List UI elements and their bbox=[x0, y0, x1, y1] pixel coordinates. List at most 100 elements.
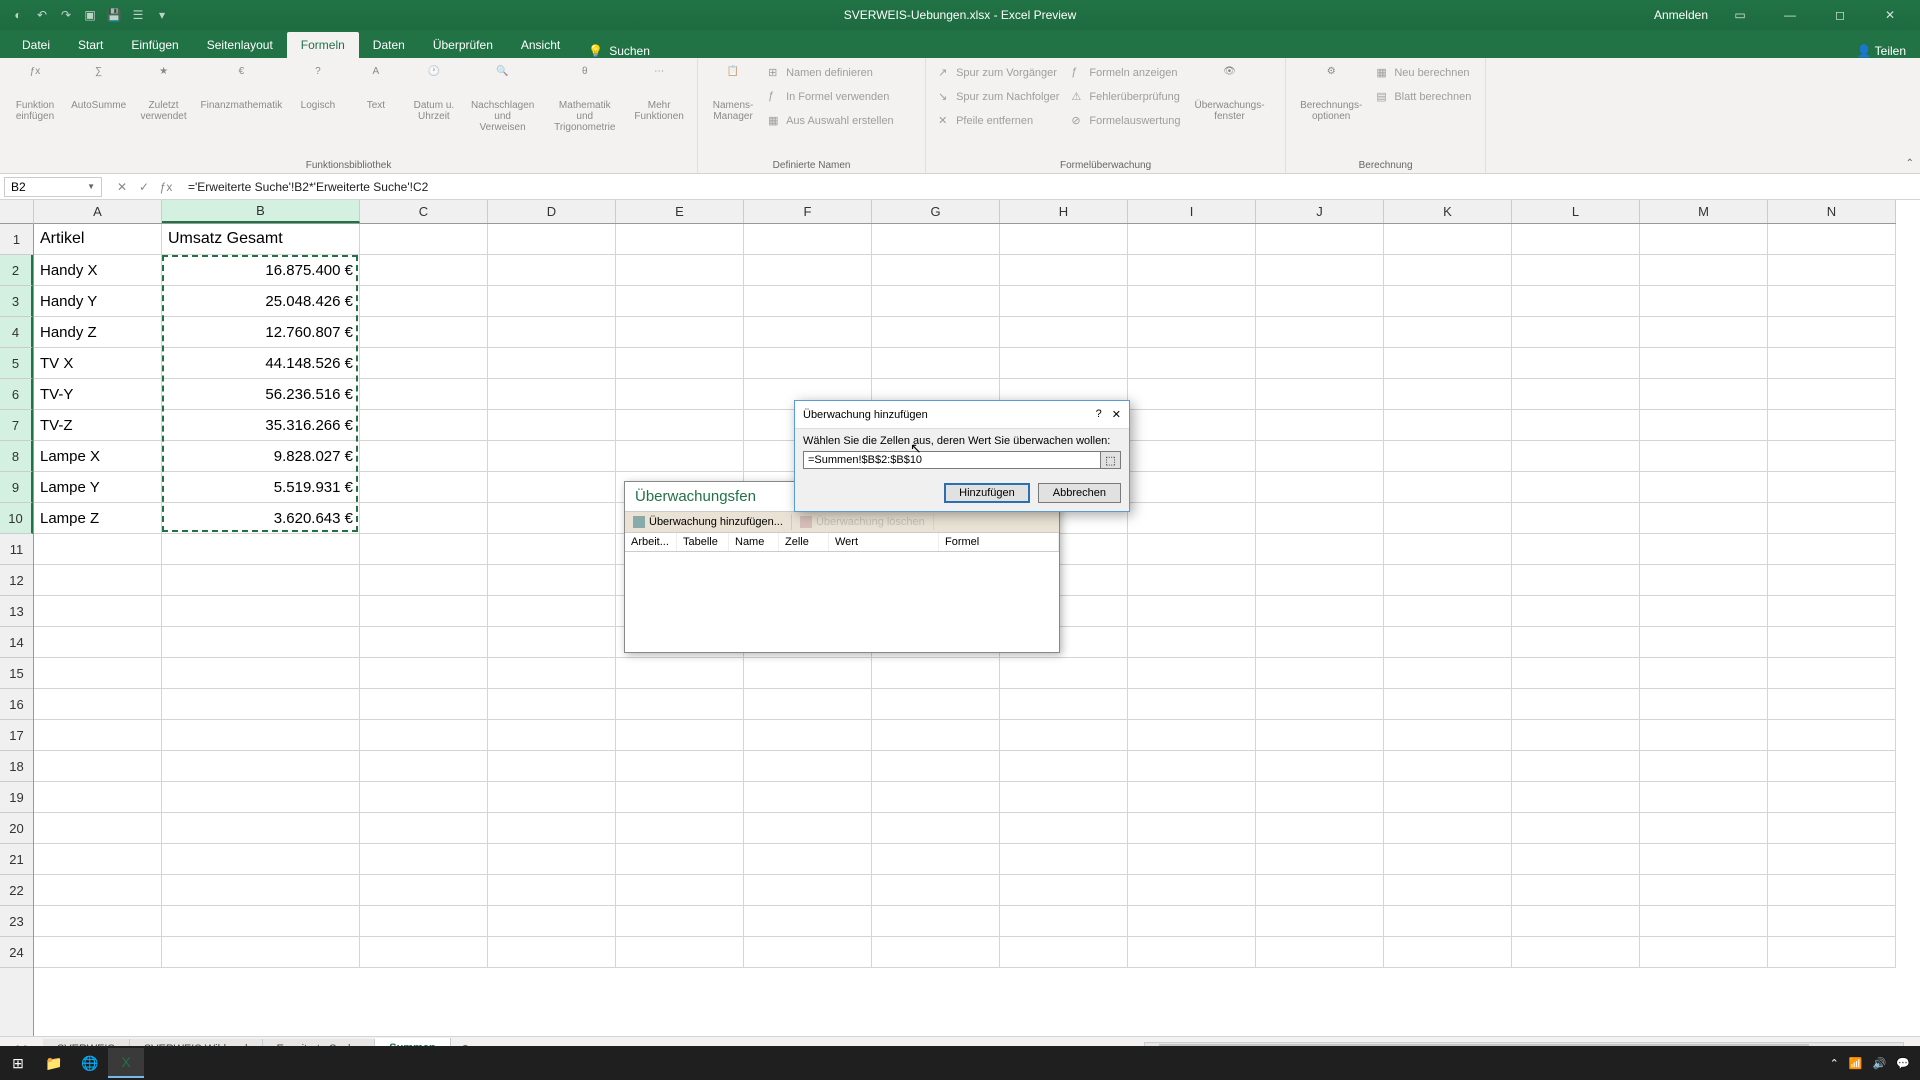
cell[interactable] bbox=[1256, 255, 1384, 286]
watch-col-formula[interactable]: Formel bbox=[939, 533, 1059, 551]
cell[interactable]: Lampe X bbox=[34, 441, 162, 472]
cell[interactable] bbox=[1256, 627, 1384, 658]
cell[interactable] bbox=[872, 658, 1000, 689]
cell[interactable] bbox=[1640, 255, 1768, 286]
cell[interactable] bbox=[1128, 627, 1256, 658]
cell[interactable] bbox=[616, 689, 744, 720]
cell[interactable] bbox=[1128, 720, 1256, 751]
cell[interactable] bbox=[1768, 875, 1896, 906]
cell[interactable] bbox=[1768, 286, 1896, 317]
cell[interactable] bbox=[1384, 255, 1512, 286]
cell[interactable] bbox=[162, 782, 360, 813]
cell[interactable]: Handy Z bbox=[34, 317, 162, 348]
cell[interactable] bbox=[1256, 472, 1384, 503]
cell[interactable]: Handy X bbox=[34, 255, 162, 286]
cell[interactable] bbox=[488, 751, 616, 782]
cell[interactable] bbox=[1128, 565, 1256, 596]
cell[interactable] bbox=[1128, 224, 1256, 255]
cell[interactable] bbox=[1000, 813, 1128, 844]
cell[interactable] bbox=[1384, 937, 1512, 968]
cell[interactable] bbox=[616, 410, 744, 441]
cell[interactable] bbox=[1768, 503, 1896, 534]
cell[interactable] bbox=[1000, 720, 1128, 751]
column-header[interactable]: I bbox=[1128, 200, 1256, 223]
cell[interactable] bbox=[1640, 286, 1768, 317]
cell[interactable] bbox=[1768, 906, 1896, 937]
cell[interactable] bbox=[744, 689, 872, 720]
cell[interactable] bbox=[1512, 875, 1640, 906]
cell[interactable] bbox=[1768, 410, 1896, 441]
calculate-sheet-button[interactable]: ▤Blatt berechnen bbox=[1372, 86, 1475, 108]
cell[interactable] bbox=[1640, 596, 1768, 627]
cell[interactable] bbox=[34, 751, 162, 782]
cell[interactable] bbox=[1640, 379, 1768, 410]
cell[interactable] bbox=[488, 410, 616, 441]
cell[interactable] bbox=[1384, 317, 1512, 348]
cell[interactable] bbox=[1768, 255, 1896, 286]
calculation-options-button[interactable]: ⚙Berechnungs- optionen bbox=[1294, 62, 1368, 126]
name-box[interactable]: B2 ▼ bbox=[4, 177, 102, 197]
cell[interactable] bbox=[1128, 875, 1256, 906]
cell[interactable] bbox=[360, 751, 488, 782]
cell[interactable] bbox=[488, 720, 616, 751]
cell[interactable] bbox=[1512, 472, 1640, 503]
cell[interactable] bbox=[616, 751, 744, 782]
cell[interactable] bbox=[1768, 627, 1896, 658]
cell[interactable] bbox=[1256, 410, 1384, 441]
cell[interactable] bbox=[360, 906, 488, 937]
row-header[interactable]: 1 bbox=[0, 224, 33, 255]
cell[interactable] bbox=[1512, 565, 1640, 596]
cell[interactable] bbox=[1128, 844, 1256, 875]
cell[interactable]: 56.236.516 € bbox=[162, 379, 360, 410]
cell[interactable] bbox=[1768, 751, 1896, 782]
row-header[interactable]: 17 bbox=[0, 720, 33, 751]
cell[interactable] bbox=[488, 379, 616, 410]
define-name-button[interactable]: ⊞Namen definieren bbox=[764, 62, 898, 84]
cell[interactable] bbox=[744, 782, 872, 813]
sign-in-button[interactable]: Anmelden bbox=[1654, 8, 1708, 22]
cell[interactable] bbox=[34, 813, 162, 844]
tab-daten[interactable]: Daten bbox=[359, 32, 419, 58]
cell[interactable] bbox=[34, 906, 162, 937]
tray-network-icon[interactable]: 📶 bbox=[1849, 1057, 1863, 1070]
cell[interactable] bbox=[360, 379, 488, 410]
logical-button[interactable]: ?Logisch bbox=[291, 62, 345, 115]
tell-me-search[interactable]: 💡 Suchen bbox=[574, 44, 664, 58]
cell[interactable] bbox=[1384, 720, 1512, 751]
cell[interactable] bbox=[1512, 782, 1640, 813]
cell[interactable] bbox=[1384, 627, 1512, 658]
cell[interactable] bbox=[1384, 286, 1512, 317]
cell[interactable] bbox=[360, 720, 488, 751]
tab-start[interactable]: Start bbox=[64, 32, 117, 58]
cell[interactable] bbox=[1512, 906, 1640, 937]
cell[interactable] bbox=[1640, 627, 1768, 658]
column-header[interactable]: E bbox=[616, 200, 744, 223]
cell[interactable] bbox=[360, 441, 488, 472]
cell[interactable] bbox=[34, 534, 162, 565]
cell[interactable] bbox=[1256, 782, 1384, 813]
row-header[interactable]: 2 bbox=[0, 255, 33, 286]
cell[interactable] bbox=[1640, 937, 1768, 968]
cell[interactable] bbox=[1768, 813, 1896, 844]
cell[interactable]: Handy Y bbox=[34, 286, 162, 317]
row-header[interactable]: 7 bbox=[0, 410, 33, 441]
cell[interactable] bbox=[872, 751, 1000, 782]
cell[interactable] bbox=[34, 689, 162, 720]
cell[interactable] bbox=[1000, 286, 1128, 317]
cell[interactable] bbox=[1768, 596, 1896, 627]
row-header[interactable]: 14 bbox=[0, 627, 33, 658]
autosum-button[interactable]: ∑AutoSumme bbox=[66, 62, 131, 115]
cell[interactable] bbox=[1512, 720, 1640, 751]
cell[interactable] bbox=[488, 844, 616, 875]
undo-icon[interactable]: ↶ bbox=[34, 7, 50, 23]
cell[interactable] bbox=[1384, 534, 1512, 565]
cell[interactable] bbox=[744, 720, 872, 751]
row-header[interactable]: 19 bbox=[0, 782, 33, 813]
cell[interactable] bbox=[1256, 844, 1384, 875]
cell[interactable] bbox=[1640, 503, 1768, 534]
cell[interactable] bbox=[162, 534, 360, 565]
cell[interactable] bbox=[1384, 751, 1512, 782]
add-watch-button[interactable]: Überwachung hinzufügen... bbox=[625, 514, 792, 530]
cell[interactable] bbox=[488, 658, 616, 689]
cell[interactable] bbox=[1640, 472, 1768, 503]
